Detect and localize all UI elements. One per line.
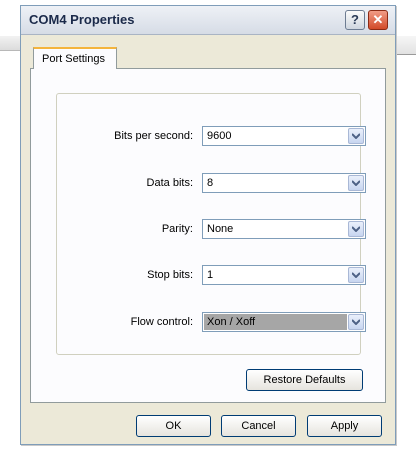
stop-bits-label: Stop bits: xyxy=(147,269,193,281)
flow-control-value: Xon / Xoff xyxy=(207,316,256,328)
flow-control-label: Flow control: xyxy=(130,316,193,328)
restore-defaults-button[interactable]: Restore Defaults xyxy=(246,369,363,391)
data-bits-label: Data bits: xyxy=(146,177,193,189)
chevron-down-icon[interactable] xyxy=(348,267,364,283)
stop-bits-value: 1 xyxy=(207,269,214,281)
tab-port-settings-label: Port Settings xyxy=(42,53,105,65)
ok-button[interactable]: OK xyxy=(136,415,211,437)
flow-control-select[interactable]: Xon / Xoff xyxy=(202,312,366,332)
parity-value: None xyxy=(207,223,234,235)
title-bar[interactable]: COM4 Properties ? ✕ xyxy=(21,6,395,35)
chevron-down-icon[interactable] xyxy=(348,128,364,144)
parity-select[interactable]: None xyxy=(202,219,366,239)
data-bits-value: 8 xyxy=(207,177,214,189)
close-icon[interactable]: ✕ xyxy=(368,10,388,30)
background-window-edge xyxy=(396,36,416,55)
apply-button[interactable]: Apply xyxy=(307,415,382,437)
bits-per-second-value: 9600 xyxy=(207,130,232,142)
window-title: COM4 Properties xyxy=(29,12,135,27)
chevron-down-icon[interactable] xyxy=(348,314,364,330)
tab-port-settings[interactable]: Port Settings xyxy=(33,47,117,69)
cancel-button[interactable]: Cancel xyxy=(221,415,296,437)
bits-per-second-select[interactable]: 9600 xyxy=(202,126,366,146)
parity-label: Parity: xyxy=(161,223,193,235)
chevron-down-icon[interactable] xyxy=(348,175,364,191)
bits-per-second-label: Bits per second: xyxy=(114,130,193,142)
settings-group: Bits per second: 9600 Data bits: 8 Parit… xyxy=(56,93,366,355)
chevron-down-icon[interactable] xyxy=(348,221,364,237)
properties-dialog: COM4 Properties ? ✕ Port Settings Bits p… xyxy=(20,5,396,445)
stop-bits-select[interactable]: 1 xyxy=(202,265,366,285)
tab-panel: Bits per second: 9600 Data bits: 8 Parit… xyxy=(30,68,386,403)
data-bits-select[interactable]: 8 xyxy=(202,173,366,193)
help-icon[interactable]: ? xyxy=(345,10,365,30)
